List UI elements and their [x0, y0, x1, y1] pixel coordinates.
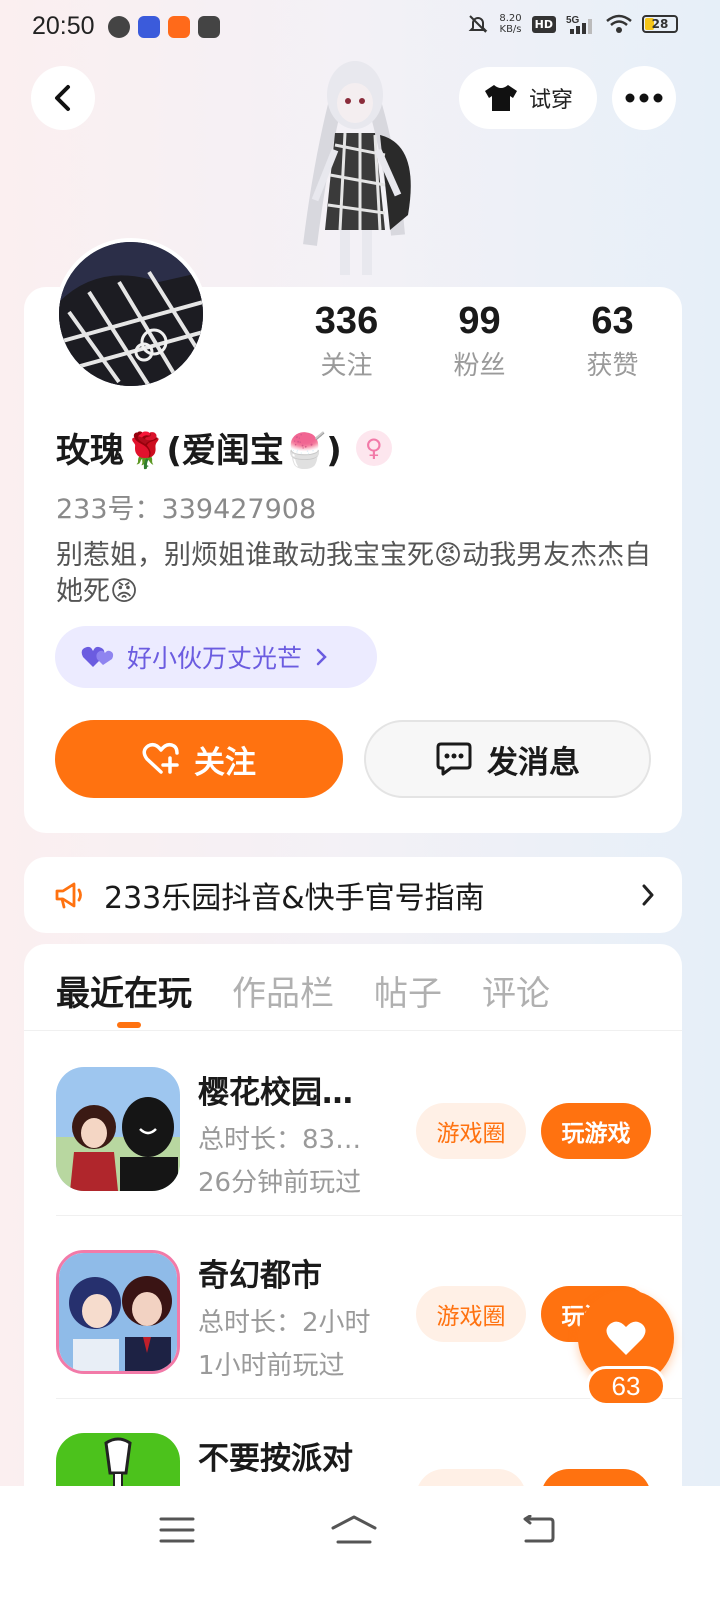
user-id: 233号：339427908 — [56, 494, 317, 525]
game-icon — [56, 1067, 180, 1191]
tab-comments[interactable]: 评论 — [482, 966, 550, 1015]
floating-like-count: 63 — [586, 1366, 666, 1406]
stat-fans[interactable]: 99 粉丝 — [413, 300, 546, 382]
more-options-button[interactable] — [612, 66, 676, 130]
game-name: 樱花校园… — [198, 1075, 353, 1111]
username-row: 玫瑰🌹(爱闺宝🍧) ♀ — [56, 423, 392, 472]
honor-tag[interactable]: 好小伙万丈光芒 — [55, 626, 377, 688]
status-bar: 20:50 8.20 KB/s HD 5G 28 — [0, 0, 720, 54]
home-icon — [331, 1515, 377, 1544]
honor-tag-label: 好小伙万丈光芒 — [127, 644, 303, 673]
stat-value: 99 — [458, 300, 501, 342]
recent-apps-button[interactable] — [147, 1508, 207, 1552]
battery-icon: 28 — [642, 15, 678, 33]
follow-button[interactable]: 关注 — [55, 720, 343, 798]
send-message-button[interactable]: 发消息 — [364, 720, 651, 798]
game-list-item[interactable]: 樱花校园… 总时长：83… 26分钟前玩过 游戏圈 玩游戏 — [24, 1033, 682, 1216]
avatar-figure-image — [303, 61, 411, 275]
double-heart-icon — [81, 646, 114, 667]
play-game-button[interactable]: 玩游戏 — [541, 1103, 651, 1159]
hd-badge: HD — [531, 15, 556, 33]
game-last-played: 26分钟前玩过 — [198, 1168, 362, 1198]
stat-value: 336 — [314, 300, 379, 342]
stat-label: 粉丝 — [453, 351, 506, 381]
app-notification-icon — [108, 16, 130, 38]
follow-label: 关注 — [194, 744, 256, 781]
heart-icon — [606, 1321, 646, 1355]
mute-bell-icon — [468, 15, 488, 33]
female-gender-icon: ♀ — [355, 429, 392, 466]
game-duration: 总时长：2小时 — [198, 1308, 371, 1338]
stat-label: 关注 — [320, 351, 373, 381]
game-duration: 总时长：83… — [198, 1125, 362, 1155]
game-circle-button[interactable]: 游戏圈 — [416, 1286, 526, 1342]
game-name: 不要按派对 — [198, 1441, 353, 1477]
tab-works[interactable]: 作品栏 — [232, 966, 334, 1015]
net-speed: 8.20 KB/s — [499, 13, 522, 35]
notice-banner[interactable]: 233乐园抖音&快手官号指南 — [24, 857, 682, 933]
game-icon — [56, 1250, 180, 1374]
233-notification-icon — [168, 16, 190, 38]
game-name: 奇幻都市 — [198, 1258, 322, 1294]
chevron-right-icon — [316, 648, 327, 666]
status-indicators: 8.20 KB/s HD 5G 28 — [467, 13, 678, 35]
wifi-icon — [606, 14, 632, 33]
tab-posts[interactable]: 帖子 — [374, 966, 442, 1015]
menu-icon — [159, 1517, 195, 1543]
user-bio: 别惹姐，别烦姐谁敢动我宝宝死😡动我男友杰杰自她死😡 — [56, 540, 652, 607]
try-on-label: 试穿 — [528, 88, 573, 113]
stat-likes[interactable]: 63 获赞 — [546, 300, 679, 382]
mail-notification-icon — [198, 16, 220, 38]
stat-label: 获赞 — [586, 351, 639, 381]
tshirt-icon — [484, 85, 517, 111]
tabs-divider — [24, 1030, 682, 1031]
avatar-image — [59, 242, 203, 386]
tab-recently-played[interactable]: 最近在玩 — [56, 966, 192, 1015]
avatar[interactable] — [55, 238, 207, 390]
home-button[interactable] — [324, 1508, 384, 1552]
svg-text:5G: 5G — [566, 15, 580, 26]
back-button[interactable] — [31, 66, 95, 130]
chevron-right-icon — [642, 884, 654, 906]
notice-text: 233乐园抖音&快手官号指南 — [104, 881, 485, 916]
chevron-left-icon — [55, 85, 70, 111]
chat-bubble-icon — [436, 742, 472, 776]
news-notification-icon — [138, 16, 160, 38]
game-last-played: 1小时前玩过 — [198, 1351, 345, 1381]
username: 玫瑰🌹(爱闺宝🍧) — [56, 431, 342, 471]
content-tabs: 最近在玩 作品栏 帖子 评论 — [56, 966, 550, 1015]
megaphone-icon — [55, 882, 82, 909]
active-tab-indicator — [117, 1022, 141, 1028]
heart-plus-icon — [142, 742, 179, 774]
status-time: 20:50 — [32, 12, 95, 40]
signal-icon: 5G — [566, 15, 592, 34]
system-nav-bar — [0, 1486, 720, 1600]
game-circle-button[interactable]: 游戏圈 — [416, 1103, 526, 1159]
return-icon — [523, 1515, 555, 1543]
back-nav-button[interactable] — [508, 1508, 568, 1552]
send-message-label: 发消息 — [487, 744, 580, 781]
stat-following[interactable]: 336 关注 — [280, 300, 413, 382]
more-dots-icon — [625, 93, 663, 103]
game-list-item[interactable]: 奇幻都市 总时长：2小时 1小时前玩过 游戏圈 玩游戏 — [24, 1216, 682, 1399]
stat-value: 63 — [591, 300, 634, 342]
try-on-button[interactable]: 试穿 — [459, 67, 597, 129]
profile-stats: 336 关注 99 粉丝 63 获赞 — [280, 300, 680, 382]
